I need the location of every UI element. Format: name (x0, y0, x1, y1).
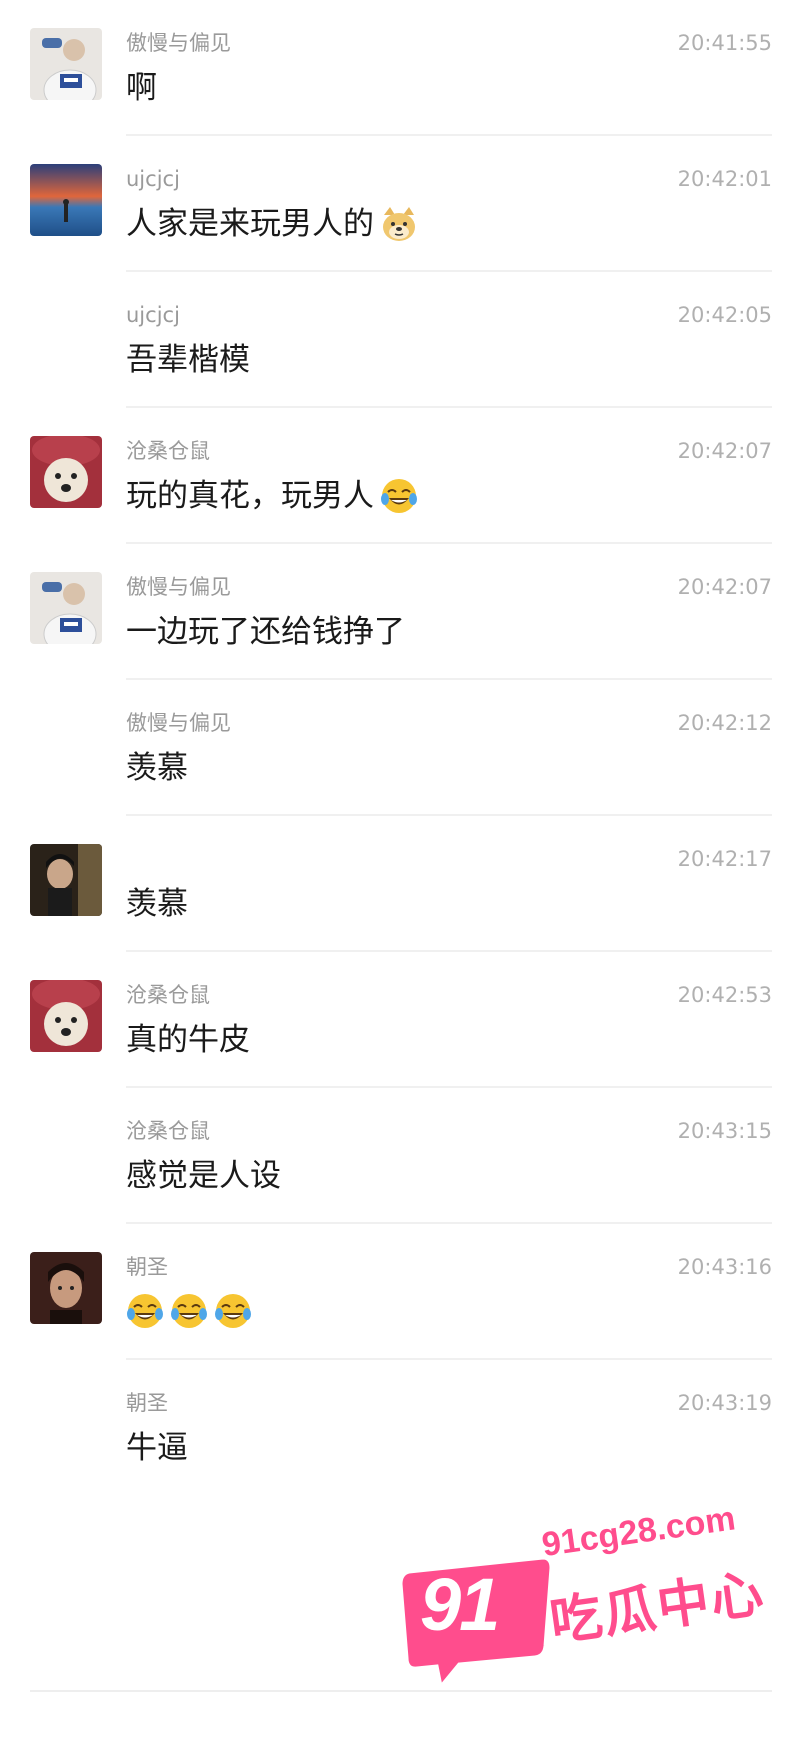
sender-name: 朝圣 (126, 1255, 168, 1279)
avatar[interactable] (30, 1252, 102, 1324)
message-text: 玩的真花，玩男人 (126, 476, 418, 516)
message-text: 一边玩了还给钱挣了 (126, 612, 405, 652)
sender-name: 沧桑仓鼠 (126, 439, 210, 463)
avatar[interactable] (30, 436, 102, 508)
timestamp: 20:43:19 (677, 1391, 772, 1415)
divider (126, 1086, 772, 1088)
timestamp: 20:42:05 (677, 303, 772, 327)
watermark-url: 91cg28.com (539, 1499, 738, 1565)
message-text: 吾辈楷模 (126, 340, 250, 380)
timestamp: 20:42:17 (677, 847, 772, 871)
message-text: 感觉是人设 (126, 1156, 281, 1196)
message-text: 啊 (126, 68, 157, 108)
message-text: 羡慕 (126, 884, 188, 924)
white-shirt-man-avatar-icon (30, 28, 102, 100)
avatar[interactable] (30, 572, 102, 644)
watermark-badge-number: 91 (420, 1563, 500, 1646)
avatar[interactable] (30, 980, 102, 1052)
divider (126, 1358, 772, 1360)
sender-name: 傲慢与偏见 (126, 711, 231, 735)
dark-photo-man-avatar-icon (30, 844, 102, 916)
message-text: 牛逼 (126, 1428, 188, 1468)
divider (126, 406, 772, 408)
dog-in-red-hat-avatar-icon (30, 436, 102, 508)
divider (126, 1222, 772, 1224)
dog-in-red-hat-avatar-icon (30, 980, 102, 1052)
message-text-content: 羡慕 (126, 750, 188, 786)
sunset-lake-avatar-icon (30, 164, 102, 236)
sender-name: 傲慢与偏见 (126, 31, 231, 55)
message-text-content: 人家是来玩男人的 (126, 206, 374, 242)
doge-emoji-icon (380, 205, 418, 243)
watermark-title: 吃瓜中心 (546, 1563, 769, 1654)
message-text (126, 1292, 258, 1330)
white-shirt-man-avatar-icon (30, 572, 102, 644)
timestamp: 20:42:53 (677, 983, 772, 1007)
timestamp: 20:42:01 (677, 167, 772, 191)
message-text-content: 真的牛皮 (126, 1022, 250, 1058)
divider (126, 678, 772, 680)
message-text: 羡慕 (126, 748, 188, 788)
avatar[interactable] (30, 164, 102, 236)
sender-name: ujcjcj (126, 303, 180, 327)
sender-name: ujcjcj (126, 167, 180, 191)
message-text-content: 玩的真花，玩男人 (126, 478, 374, 514)
laugh-cry-emoji-icon (214, 1292, 252, 1330)
message-text-content: 牛逼 (126, 1430, 188, 1466)
divider (126, 134, 772, 136)
laugh-cry-emoji-icon (126, 1292, 164, 1330)
divider (126, 542, 772, 544)
message-text: 真的牛皮 (126, 1020, 250, 1060)
sender-name: 傲慢与偏见 (126, 575, 231, 599)
timestamp: 20:42:12 (677, 711, 772, 735)
message-text-content: 感觉是人设 (126, 1158, 281, 1194)
avatar[interactable] (30, 28, 102, 100)
sender-name: 沧桑仓鼠 (126, 1119, 210, 1143)
laugh-cry-emoji-icon (380, 477, 418, 515)
man-portrait-avatar-icon (30, 1252, 102, 1324)
message-text: 人家是来玩男人的 (126, 204, 418, 244)
divider (126, 270, 772, 272)
chat-history-list: 傲慢与偏见 20:41:55 啊 ujcjcj 20:42:01 人家是来玩男人… (0, 0, 800, 1747)
message-text-content: 一边玩了还给钱挣了 (126, 614, 405, 650)
timestamp: 20:43:16 (677, 1255, 772, 1279)
message-text-content: 吾辈楷模 (126, 342, 250, 378)
sender-name: 沧桑仓鼠 (126, 983, 210, 1007)
avatar[interactable] (30, 844, 102, 916)
laugh-cry-emoji-icon (170, 1292, 208, 1330)
timestamp: 20:41:55 (677, 31, 772, 55)
timestamp: 20:42:07 (677, 439, 772, 463)
timestamp: 20:43:15 (677, 1119, 772, 1143)
divider (126, 950, 772, 952)
timestamp: 20:42:07 (677, 575, 772, 599)
message-text-content: 啊 (126, 70, 157, 106)
divider (126, 814, 772, 816)
watermark: 91cg28.com 91 吃瓜中心 (395, 1499, 775, 1700)
message-text-content: 羡慕 (126, 886, 188, 922)
sender-name: 朝圣 (126, 1391, 168, 1415)
